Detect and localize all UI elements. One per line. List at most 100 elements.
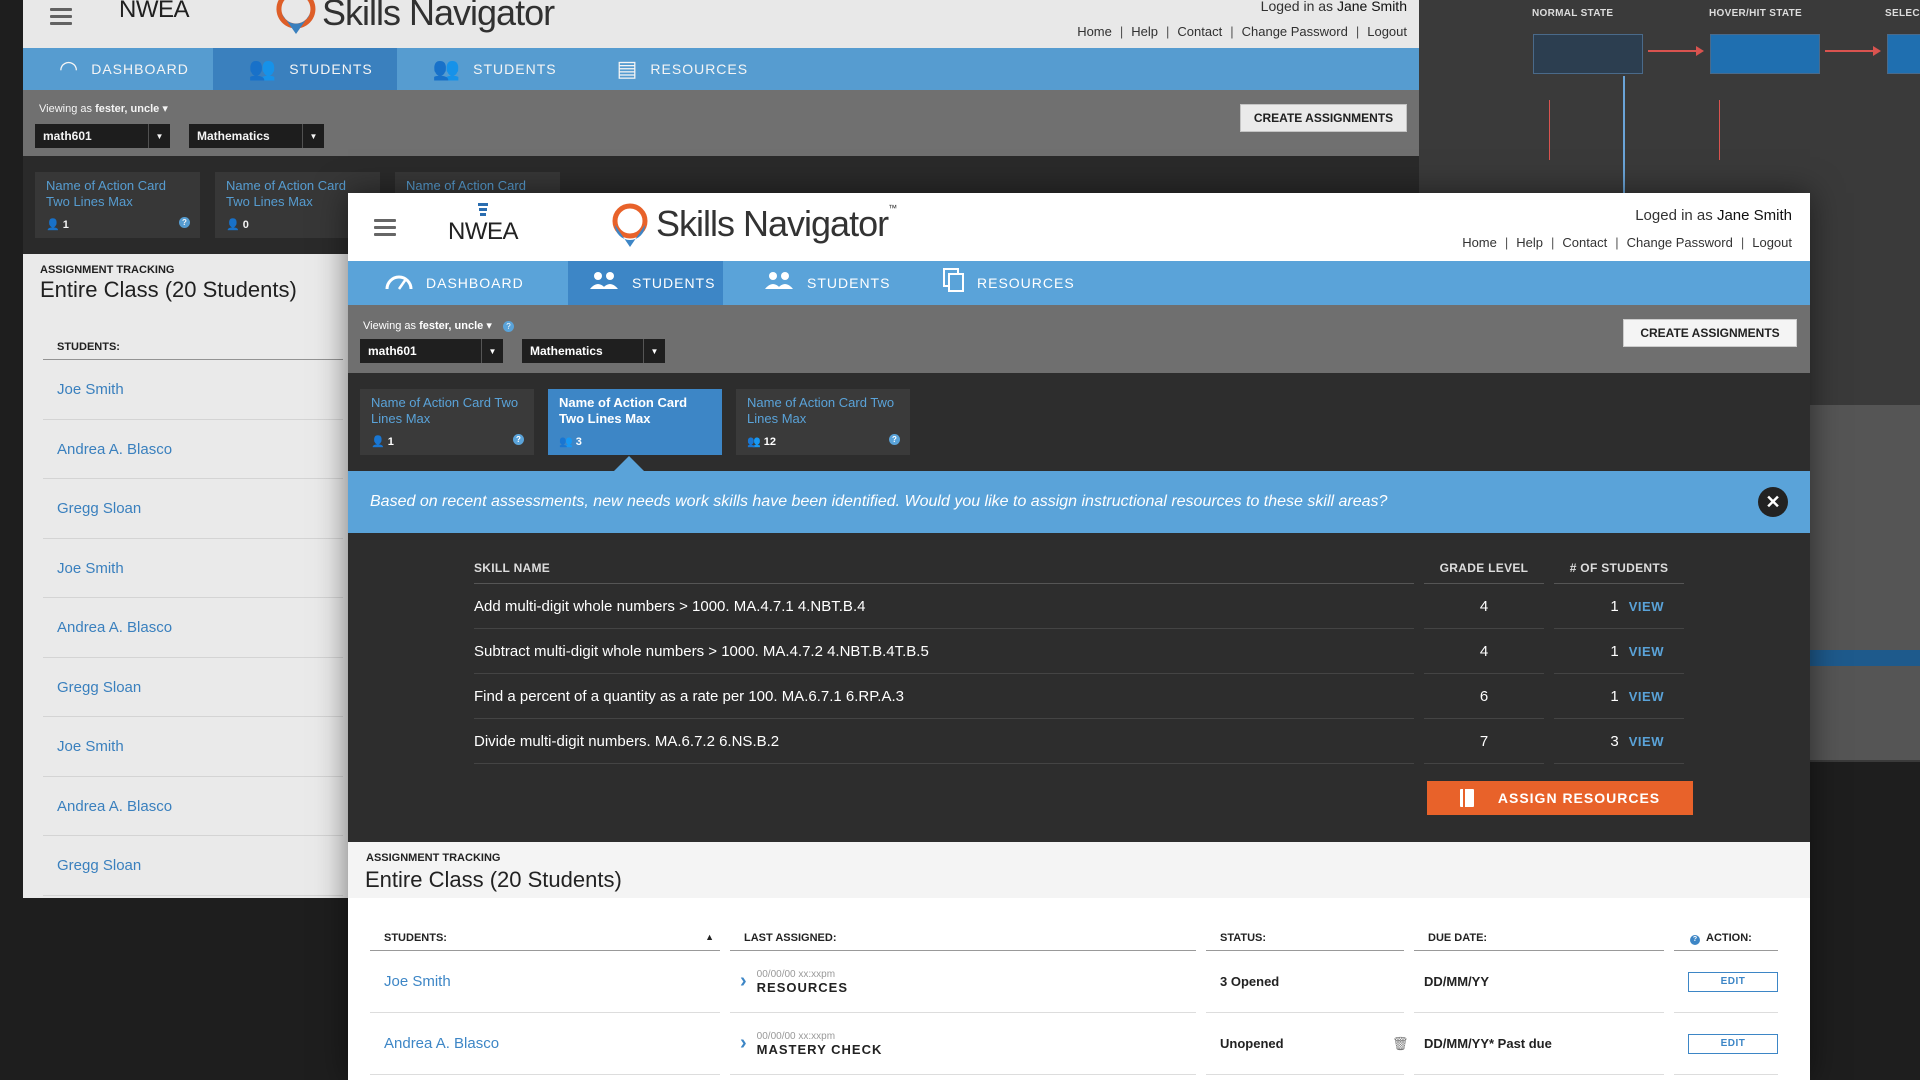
tab-students-2[interactable]: STUDENTS xyxy=(723,261,903,305)
bg-student-link[interactable]: Joe Smith xyxy=(43,717,343,777)
bg-header-links: Home | Help | Contact | Change Password | Lo… xyxy=(1077,24,1407,39)
info-icon[interactable]: ? xyxy=(502,321,514,332)
view-link[interactable]: VIEW xyxy=(1629,689,1664,704)
spec-annotation xyxy=(1549,100,1609,160)
last-assigned[interactable]: › 00/00/00 xx:xxpm RESOURCES xyxy=(730,969,848,995)
sort-up-icon: ▲ xyxy=(705,932,714,942)
spec-mini-card-normal xyxy=(1533,34,1643,74)
skill-row: Add multi-digit whole numbers > 1000. MA… xyxy=(474,584,1684,629)
student-link[interactable]: Joe Smith xyxy=(370,973,451,990)
group-icon: 👥 xyxy=(559,436,573,448)
student-link[interactable]: Andrea A. Blasco xyxy=(370,1035,499,1052)
bg-student-link[interactable]: Gregg Sloan xyxy=(43,658,343,717)
main-window: NWEA Skills Navigator™ Loged in as Jane … xyxy=(348,193,1810,1080)
bg-class-select[interactable]: math601 ▼ xyxy=(35,124,170,148)
action-card[interactable]: Name of Action Card Two Lines Max 👥 12 ? xyxy=(736,389,910,455)
col-students[interactable]: STUDENTS: ▲ xyxy=(370,932,720,951)
action-card-selected[interactable]: Name of Action Card Two Lines Max 👥 3 xyxy=(548,389,722,455)
edit-button[interactable]: EDIT xyxy=(1688,971,1778,992)
due-date: DD/MM/YY* Past due xyxy=(1424,1036,1552,1051)
spec-arrow xyxy=(1825,46,1881,56)
header-links: Home | Help | Contact | Change Password | Lo… xyxy=(1462,235,1792,250)
skill-grade: 4 xyxy=(1424,629,1544,674)
class-select[interactable]: math601 ▼ xyxy=(360,339,503,363)
bg-tab-dashboard[interactable]: ◠ DASHBOARD xyxy=(23,48,213,90)
skill-name: Find a percent of a quantity as a rate p… xyxy=(474,674,1414,719)
person-icon: 👤 xyxy=(371,436,385,448)
bg-student-link[interactable]: Joe Smith xyxy=(43,539,343,598)
bg-tab-resources[interactable]: ▤ RESOURCES xyxy=(581,48,772,90)
link-home[interactable]: Home xyxy=(1462,235,1497,250)
create-assignments-button[interactable]: CREATE ASSIGNMENTS xyxy=(1623,319,1797,347)
bg-action-card[interactable]: Name of Action Card Two Lines Max 👤 1 ? xyxy=(35,172,200,238)
bg-student-link[interactable]: Joe Smith xyxy=(43,360,343,420)
main-nav: DASHBOARD STUDENTS STUDENTS RESOURCES xyxy=(348,261,1810,305)
assignment-tracking: ASSIGNMENT TRACKING Entire Class (20 Stu… xyxy=(348,842,1810,1080)
view-link[interactable]: VIEW xyxy=(1629,644,1664,659)
col-grade-level: GRADE LEVEL xyxy=(1424,547,1544,584)
view-link[interactable]: VIEW xyxy=(1629,599,1664,614)
gauge-icon: ◠ xyxy=(59,56,80,81)
bg-create-assignments-button[interactable]: CREATE ASSIGNMENTS xyxy=(1240,104,1407,132)
col-action: ? ACTION: xyxy=(1674,932,1778,951)
bg-viewing-as[interactable]: Viewing as fester, uncle ▾ xyxy=(39,102,168,115)
link-help[interactable]: Help xyxy=(1516,235,1543,250)
book-icon xyxy=(1459,789,1474,807)
spec-label-select: SELEC xyxy=(1885,8,1920,19)
skill-student-count: 3 VIEW xyxy=(1554,719,1684,764)
trash-icon[interactable]: 🗑 xyxy=(1392,1036,1409,1052)
skills-navigator-logo: Skills Navigator™ xyxy=(610,201,897,247)
info-icon: ? xyxy=(1690,935,1700,945)
selected-card-pointer xyxy=(614,456,644,471)
view-link[interactable]: VIEW xyxy=(1629,734,1664,749)
skill-grade: 7 xyxy=(1424,719,1544,764)
bg-link-contact[interactable]: Contact xyxy=(1177,24,1222,39)
skills-table: SKILL NAME GRADE LEVEL # OF STUDENTS Add… xyxy=(464,547,1694,764)
bg-student-link[interactable]: Gregg Sloan xyxy=(43,836,343,896)
bg-link-help[interactable]: Help xyxy=(1131,24,1158,39)
col-due-date: DUE DATE: xyxy=(1414,932,1664,951)
tab-dashboard[interactable]: DASHBOARD xyxy=(348,261,568,305)
close-icon[interactable]: ✕ xyxy=(1758,487,1788,517)
users-icon: 👥 xyxy=(432,56,462,81)
tab-students[interactable]: STUDENTS xyxy=(568,261,723,305)
info-icon[interactable]: ? xyxy=(889,434,900,445)
spec-mini-card-hover xyxy=(1710,34,1820,74)
chevron-right-icon: › xyxy=(740,1032,747,1054)
bg-skills-navigator-logo: Skills Navigator™ xyxy=(276,0,563,36)
assign-resources-button[interactable]: ASSIGN RESOURCES xyxy=(1427,781,1693,815)
spec-preview-box xyxy=(1809,405,1920,760)
skill-grade: 6 xyxy=(1424,674,1544,719)
link-change-password[interactable]: Change Password xyxy=(1627,235,1733,250)
menu-icon[interactable] xyxy=(374,219,396,240)
bg-subject-select[interactable]: Mathematics ▼ xyxy=(189,124,324,148)
bg-assignment-tracking: ASSIGNMENT TRACKING Entire Class (20 Stu… xyxy=(23,254,363,898)
action-card[interactable]: Name of Action Card Two Lines Max 👤 1 ? xyxy=(360,389,534,455)
link-contact[interactable]: Contact xyxy=(1562,235,1607,250)
bg-student-link[interactable]: Andrea A. Blasco xyxy=(43,777,343,836)
bg-tab-students-2[interactable]: 👥 STUDENTS xyxy=(397,48,581,90)
bg-student-link[interactable]: Andrea A. Blasco xyxy=(43,420,343,479)
viewing-as-dropdown[interactable]: Viewing as fester, uncle ▾ ? xyxy=(363,319,514,332)
location-pin-icon xyxy=(610,201,650,247)
subject-select[interactable]: Mathematics ▼ xyxy=(522,339,665,363)
edit-button[interactable]: EDIT xyxy=(1688,1033,1778,1054)
chevron-down-icon: ▼ xyxy=(302,124,324,148)
col-skill-name: SKILL NAME xyxy=(474,547,1414,584)
chevron-down-icon: ▼ xyxy=(643,339,665,363)
col-status: STATUS: xyxy=(1206,932,1404,951)
app-header: NWEA Skills Navigator™ Loged in as Jane … xyxy=(348,193,1810,261)
chevron-right-icon: › xyxy=(740,970,747,992)
bg-tab-students[interactable]: 👥 STUDENTS xyxy=(212,48,397,90)
bg-student-link[interactable]: Andrea A. Blasco xyxy=(43,598,343,658)
bg-link-change-password[interactable]: Change Password xyxy=(1242,24,1348,39)
last-assigned[interactable]: › 00/00/00 xx:xxpm MASTERY CHECK xyxy=(730,1031,882,1057)
link-logout[interactable]: Logout xyxy=(1752,235,1792,250)
status-text: Unopened xyxy=(1220,1036,1284,1051)
skill-student-count: 1 VIEW xyxy=(1554,674,1684,719)
info-icon[interactable]: ? xyxy=(513,434,524,445)
bg-link-logout[interactable]: Logout xyxy=(1367,24,1407,39)
bg-student-link[interactable]: Gregg Sloan xyxy=(43,479,343,539)
bg-link-home[interactable]: Home xyxy=(1077,24,1112,39)
tab-resources[interactable]: RESOURCES xyxy=(903,261,1099,305)
